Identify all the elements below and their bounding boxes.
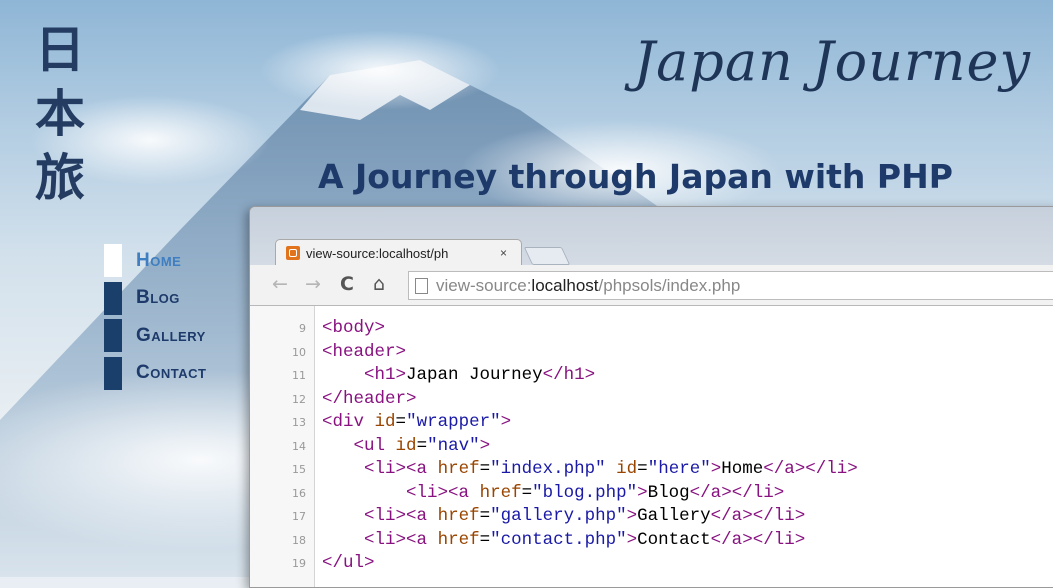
- line-number: 17: [292, 510, 306, 523]
- nav-marker: [104, 356, 122, 390]
- kanji-character: 日: [35, 20, 85, 79]
- home-icon[interactable]: ⌂: [373, 273, 385, 295]
- forward-arrow-icon[interactable]: →: [305, 273, 321, 295]
- browser-window: view-source:localhost/ph × ← → C ⌂ view-…: [249, 206, 1053, 588]
- url-text: view-source:localhost/phpsols/index.php: [436, 275, 741, 295]
- site-tagline: A Journey through Japan with PHP: [318, 157, 953, 196]
- source-line: <ul id="nav">: [353, 435, 491, 456]
- nav-marker: [104, 319, 122, 353]
- reload-icon[interactable]: C: [340, 273, 354, 295]
- back-arrow-icon[interactable]: ←: [272, 273, 288, 295]
- line-number: 18: [292, 533, 306, 547]
- nav-marker: [104, 281, 122, 315]
- favicon-icon: [286, 246, 300, 260]
- nav-marker: [104, 244, 122, 278]
- kanji-character: 旅: [35, 148, 85, 207]
- nav-item-gallery[interactable]: Gallery: [104, 317, 206, 355]
- source-line: </header>: [322, 388, 417, 409]
- browser-tab[interactable]: view-source:localhost/ph ×: [275, 239, 522, 266]
- nav-item-blog[interactable]: Blog: [104, 280, 206, 318]
- line-number: 14: [292, 439, 306, 453]
- nav-item-home[interactable]: Home: [104, 242, 206, 280]
- line-number-gutter: 9 10 11 12 13 14 15 16 17 18 19: [250, 306, 315, 587]
- site-nav: Home Blog Gallery Contact: [104, 242, 206, 392]
- source-view: 9 10 11 12 13 14 15 16 17 18 19 <body> <header> <h1…: [250, 306, 1053, 587]
- page-icon: [415, 277, 428, 294]
- browser-toolbar: ← → C ⌂ view-source:localhost/phpsols/in…: [250, 265, 1053, 306]
- line-number: 9: [299, 322, 306, 335]
- site-title: Japan Journey: [633, 30, 1031, 93]
- line-number: 10: [292, 345, 306, 359]
- source-line: </ul>: [322, 553, 375, 573]
- nav-label[interactable]: Gallery: [136, 325, 206, 347]
- nav-item-contact[interactable]: Contact: [104, 355, 206, 393]
- source-line: <li><a href="contact.php">Contact</a></l…: [364, 529, 806, 550]
- line-number: 15: [292, 463, 306, 476]
- source-line: <li><a href="gallery.php">Gallery</a></l…: [364, 506, 806, 526]
- line-number: 16: [292, 486, 306, 500]
- kanji-logo: 日 本 旅: [30, 18, 90, 210]
- line-number: 13: [292, 416, 306, 429]
- address-bar[interactable]: view-source:localhost/phpsols/index.php: [408, 271, 1053, 300]
- tab-strip: view-source:localhost/ph ×: [250, 207, 1053, 266]
- line-number: 19: [292, 557, 306, 570]
- source-line: <li><a href="index.php" id="here">Home</…: [364, 459, 858, 479]
- line-number: 12: [292, 392, 306, 406]
- source-line: <body>: [322, 318, 386, 338]
- tab-title: view-source:localhost/ph: [306, 245, 449, 261]
- line-number: 11: [292, 369, 306, 382]
- kanji-character: 本: [35, 84, 85, 143]
- nav-label[interactable]: Home: [136, 250, 181, 272]
- source-line: <header>: [322, 341, 407, 362]
- nav-label[interactable]: Contact: [136, 362, 206, 384]
- source-line: <h1>Japan Journey</h1>: [364, 365, 596, 385]
- nav-label[interactable]: Blog: [136, 287, 180, 309]
- new-tab-button[interactable]: [523, 247, 571, 265]
- source-line: <li><a href="blog.php">Blog</a></li>: [406, 482, 785, 503]
- source-line: <div id="wrapper">: [322, 412, 512, 432]
- close-icon[interactable]: ×: [500, 246, 507, 260]
